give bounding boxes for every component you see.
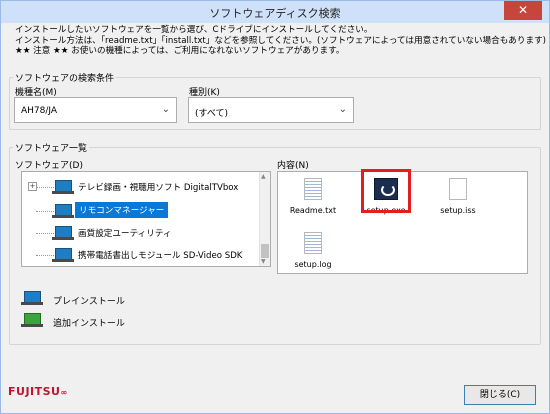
scroll-down-icon[interactable]: ▼ xyxy=(261,258,266,265)
tree-item-digitaltvbox[interactable]: + テレビ録画・視聴用ソフト DigitalTVbox xyxy=(22,176,262,198)
chevron-down-icon: ⌄ xyxy=(161,104,170,115)
tree-item-label: 画質設定ユーティリティ xyxy=(78,229,172,239)
software-tree[interactable]: + テレビ録画・視聴用ソフト DigitalTVbox リモコンマネージャー 画… xyxy=(21,171,271,267)
blank-file-icon xyxy=(449,178,467,200)
preinstall-pc-icon xyxy=(52,248,74,262)
tree-item-sd-video-sdk[interactable]: 携帯電話書出しモジュール SD-Video SDK xyxy=(22,244,262,266)
infinity-mark-icon: ∞ xyxy=(60,388,68,397)
tree-item-picture-utility[interactable]: 画質設定ユーティリティ xyxy=(22,222,262,244)
software-disk-search-window: ソフトウェアディスク検索 ✕ インストールしたいソフトウェアを一覧から選び、Cド… xyxy=(0,0,550,414)
file-readme-txt[interactable]: Readme.txt xyxy=(283,178,343,215)
preinstall-pc-icon xyxy=(52,226,74,240)
file-setup-iss[interactable]: setup.iss xyxy=(428,178,488,215)
file-setup-log[interactable]: setup.log xyxy=(283,232,343,269)
log-file-icon xyxy=(304,232,322,254)
model-select-value: AH78/JA xyxy=(21,106,58,116)
window-close-button[interactable]: ✕ xyxy=(504,1,542,20)
content-label: 内容(N) xyxy=(277,161,309,171)
setup-exe-highlight xyxy=(361,169,411,213)
file-name: setup.iss xyxy=(440,206,476,215)
intro-line-1: インストールしたいソフトウェアを一覧から選び、Cドライブにインストールしてくださ… xyxy=(15,25,373,35)
text-file-icon xyxy=(304,178,322,200)
software-list-label: ソフトウェア一覧 xyxy=(13,141,90,154)
tree-item-label: テレビ録画・視聴用ソフト DigitalTVbox xyxy=(78,183,239,193)
close-button[interactable]: 閉じる(C) xyxy=(464,385,536,405)
software-label: ソフトウェア(D) xyxy=(15,161,83,171)
scroll-up-icon[interactable]: ▲ xyxy=(261,173,266,180)
model-select[interactable]: AH78/JA ⌄ xyxy=(14,97,177,123)
file-name: setup.log xyxy=(294,260,332,269)
intro-line-2: インストール方法は、「readme.txt」「install.txt」などを参照… xyxy=(15,35,547,46)
title-bar: ソフトウェアディスク検索 ✕ xyxy=(1,1,549,23)
legend-additional-label: 追加インストール xyxy=(53,319,125,329)
tree-item-label: リモコンマネージャー xyxy=(75,202,169,218)
tree-scrollbar[interactable]: ▲ ▼ xyxy=(259,172,270,266)
scroll-thumb[interactable] xyxy=(261,244,269,258)
additional-pc-icon xyxy=(21,313,43,327)
chevron-down-icon: ⌄ xyxy=(338,104,347,115)
window-title: ソフトウェアディスク検索 xyxy=(209,7,341,20)
file-name: Readme.txt xyxy=(289,206,337,215)
search-conditions-label: ソフトウェアの検索条件 xyxy=(13,71,117,84)
type-select[interactable]: (すべて) ⌄ xyxy=(188,97,354,123)
preinstall-pc-icon xyxy=(52,204,74,218)
intro-text: インストールしたいソフトウェアを一覧から選び、Cドライブにインストールしてくださ… xyxy=(15,25,546,57)
type-select-value: (すべて) xyxy=(195,109,229,119)
legend-preinstall-label: プレインストール xyxy=(53,297,125,307)
tree-item-remote-manager[interactable]: リモコンマネージャー xyxy=(22,200,262,222)
intro-line-3: ★★ 注意 ★★ お使いの機種によっては、ご利用になれないソフトウェアがあります… xyxy=(15,46,345,56)
preinstall-pc-icon xyxy=(21,291,43,305)
preinstall-pc-icon xyxy=(52,180,74,194)
tree-item-label: 携帯電話書出しモジュール SD-Video SDK xyxy=(78,251,243,261)
fujitsu-logo: FUJITSU∞ xyxy=(8,385,68,398)
logo-text: FUJITSU xyxy=(8,385,61,398)
